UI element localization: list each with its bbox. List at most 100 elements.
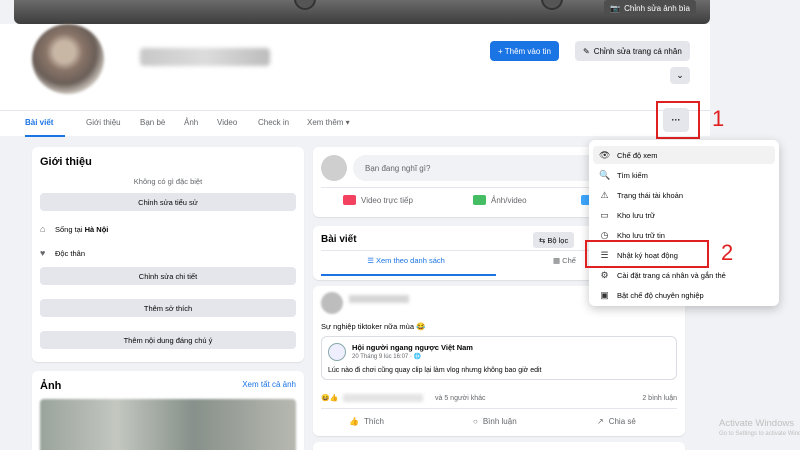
poster-name-blurred [349,295,409,303]
filter-button[interactable]: ⇆ Bộ lọc [533,232,575,248]
edit-profile-label: Chỉnh sửa trang cá nhân [593,46,682,56]
avatar[interactable] [32,24,104,94]
add-hobbies-button[interactable]: Thêm sở thích [40,299,296,317]
poster-avatar[interactable] [321,292,343,314]
shared-page-name[interactable]: Hội người ngang ngược Việt Nam [352,343,473,352]
chevron-down-icon[interactable]: ⌄ [670,67,690,84]
more-options-menu: 👁 Chế độ xem 🔍 Tìm kiếm ⚠ Trạng thái tài… [589,140,779,306]
see-all-photos-link[interactable]: Xem tất cả ảnh [242,380,296,389]
tab-friends[interactable]: Bạn bè [140,118,165,127]
reaction-icons[interactable]: 😆👍 [321,394,338,402]
heart-icon: ♥ [40,248,46,258]
edit-cover-button[interactable]: 📷 Chỉnh sửa ảnh bìa [604,0,696,16]
menu-item-view-as[interactable]: 👁 Chế độ xem [593,146,775,164]
like-button[interactable]: 👍 Thích [349,417,384,426]
warning-icon: ⚠ [600,189,609,200]
share-icon: ↗ [597,417,604,426]
photo-thumbnail[interactable] [40,399,296,450]
professional-icon: ▣ [600,289,609,300]
shared-date[interactable]: 20 Tháng 9 lúc 16:07 · 🌐 [352,353,421,360]
photos-card: Ảnh Xem tất cả ảnh [32,371,304,450]
photo-icon [473,195,486,205]
annotation-box-1 [656,101,700,139]
reactor-names-blurred [343,394,423,402]
lives-in-row: ⌂ Sống tại Hà Nội [40,224,109,235]
tab-more[interactable]: Xem thêm ▾ [307,118,350,127]
relationship-text: Độc thân [55,249,86,258]
post-card: Sự nghiệp tiktoker nữa mùa 😂 Hội người n… [313,286,685,436]
lives-prefix: Sống tại [55,225,85,234]
profile-tabs: Bài viết Giới thiệu Bạn bè Ảnh Video Che… [0,110,710,137]
photo-video-button[interactable]: Ảnh/video [473,195,527,205]
home-icon: ⌂ [40,224,46,234]
edit-details-button[interactable]: Chỉnh sửa chi tiết [40,267,296,285]
cover-photo: 📷 Chỉnh sửa ảnh bìa [14,0,710,24]
camera-icon: 📷 [610,3,621,13]
activate-windows-watermark: Activate Windows Go to Settings to activ… [719,418,800,437]
bio-text: Không có gì đặc biệt [133,177,203,186]
posts-title: Bài viết [321,234,357,245]
comment-icon: ○ [473,417,478,426]
like-label: Thích [363,417,384,426]
menu-item-search[interactable]: 🔍 Tìm kiếm [593,166,775,184]
share-label: Chia sẻ [608,417,636,426]
tab-videos[interactable]: Video [217,118,237,127]
comment-count[interactable]: 2 bình luận [642,395,677,402]
comment-label: Bình luận [482,417,517,426]
menu-item-label: Tìm kiếm [617,170,648,180]
menu-item-professional-mode[interactable]: ▣ Bật chế độ chuyên nghiệp [593,286,775,304]
tab-photos[interactable]: Ảnh [184,118,198,127]
list-view-underline [321,274,496,276]
menu-item-account-status[interactable]: ⚠ Trạng thái tài khoản [593,186,775,204]
live-video-button[interactable]: Video trực tiếp [343,195,413,205]
reactors-text[interactable]: và 5 người khác [435,395,486,402]
add-story-label: + Thêm vào tin [498,46,551,56]
menu-item-label: Trạng thái tài khoản [617,190,684,200]
watermark-title: Activate Windows [719,418,794,429]
menu-item-profile-settings[interactable]: ⚙ Cài đặt trang cá nhân và gắn thẻ [593,266,775,284]
menu-item-archive[interactable]: ▭ Kho lưu trữ [593,206,775,224]
edit-bio-button[interactable]: Chỉnh sửa tiểu sử [40,193,296,211]
list-view-tab[interactable]: ☰ Xem theo danh sách [313,256,499,265]
profile-name-blurred [140,48,270,66]
live-video-label: Video trực tiếp [361,195,413,205]
menu-item-label: Kho lưu trữ tin [617,230,665,240]
story-archive-icon: ◷ [600,229,609,240]
lives-city[interactable]: Hà Nội [85,225,109,234]
share-button[interactable]: ↗ Chia sẻ [597,417,636,426]
watermark-subtitle: Go to Settings to activate Windows. [719,431,800,437]
next-post-card [313,442,685,450]
post-caption: Sự nghiệp tiktoker nữa mùa 😂 [321,322,426,331]
live-video-icon [343,195,356,205]
archive-icon: ▭ [600,209,609,220]
eye-icon: 👁 [599,149,611,160]
add-story-button[interactable]: + Thêm vào tin [490,41,559,61]
tab-about[interactable]: Giới thiệu [86,118,121,127]
like-icon: 👍 [349,417,359,426]
pencil-icon: ✎ [583,46,590,56]
cover-decoration [541,0,563,10]
intro-card: Giới thiệu Không có gì đặc biệt Chỉnh sử… [32,147,304,362]
edit-profile-button[interactable]: ✎ Chỉnh sửa trang cá nhân [575,41,690,61]
intro-title: Giới thiệu [40,156,92,168]
menu-item-label: Bật chế độ chuyên nghiệp [617,290,704,300]
annotation-number-1: 1 [712,106,725,131]
photo-video-label: Ảnh/video [491,195,527,205]
search-icon: 🔍 [599,169,611,180]
post-separator [321,408,677,409]
edit-cover-label: Chỉnh sửa ảnh bìa [624,3,690,13]
tab-posts[interactable]: Bài viết [25,118,53,127]
menu-item-label: Kho lưu trữ [617,210,655,220]
annotation-box-2 [585,240,709,268]
tab-checkins[interactable]: Check in [258,118,289,127]
active-tab-underline [25,135,65,137]
composer-input[interactable]: Bạn đang nghĩ gì? [353,155,603,181]
grid-view-tab[interactable]: ▦ Chế [553,256,576,265]
comment-button[interactable]: ○ Bình luận [473,417,517,426]
menu-item-label: Chế độ xem [617,150,658,160]
shared-post[interactable]: Hội người ngang ngược Việt Nam 20 Tháng … [321,336,677,380]
add-featured-button[interactable]: Thêm nội dung đáng chú ý [40,331,296,349]
photos-title: Ảnh [40,380,62,392]
menu-item-label: Cài đặt trang cá nhân và gắn thẻ [617,270,726,280]
cover-decoration [294,0,316,10]
